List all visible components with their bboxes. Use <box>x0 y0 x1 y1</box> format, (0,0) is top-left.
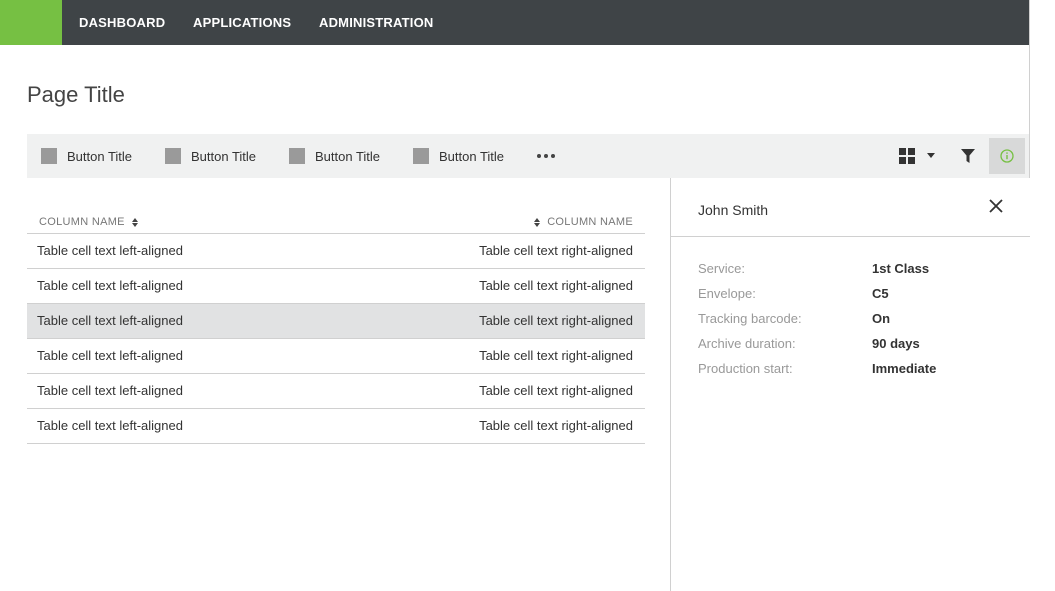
table-cell-left: Table cell text left-aligned <box>37 278 183 293</box>
filter-icon[interactable] <box>961 149 975 163</box>
table-cell-right: Table cell text right-aligned <box>479 278 633 293</box>
more-icon[interactable] <box>537 146 555 166</box>
table-row[interactable]: Table cell text left-aligned Table cell … <box>27 409 645 444</box>
toolbar-button-label: Button Title <box>439 148 505 164</box>
toolbar-button-3[interactable]: Button Title <box>289 134 380 178</box>
placeholder-icon <box>289 148 305 164</box>
table-cell-left: Table cell text left-aligned <box>37 348 183 363</box>
table-cell-right: Table cell text right-aligned <box>479 418 633 433</box>
grid-view-icon[interactable] <box>899 148 915 164</box>
table-cell-right: Table cell text right-aligned <box>479 383 633 398</box>
column-header-label: COLUMN NAME <box>39 216 125 228</box>
table-cell-left: Table cell text left-aligned <box>37 313 183 328</box>
table-row[interactable]: Table cell text left-aligned Table cell … <box>27 234 645 269</box>
nav-item-dashboard[interactable]: DASHBOARD <box>79 0 165 45</box>
table-cell-right: Table cell text right-aligned <box>479 243 633 258</box>
brand-logo[interactable] <box>0 0 62 45</box>
detail-value: C5 <box>872 286 889 301</box>
info-toggle-button[interactable] <box>989 138 1025 174</box>
detail-label: Tracking barcode: <box>698 311 802 326</box>
detail-value: Immediate <box>872 361 937 376</box>
detail-value: On <box>872 311 891 326</box>
details-panel-header: John Smith <box>671 178 1030 237</box>
detail-label: Service: <box>698 261 745 276</box>
table-cell-right: Table cell text right-aligned <box>479 348 633 363</box>
detail-label: Archive duration: <box>698 336 796 351</box>
detail-label: Envelope: <box>698 286 756 301</box>
app-window: DASHBOARD APPLICATIONS ADMINISTRATION Pa… <box>0 0 1030 591</box>
nav-item-applications[interactable]: APPLICATIONS <box>193 0 291 45</box>
detail-value: 1st Class <box>872 261 930 276</box>
top-nav-bar: DASHBOARD APPLICATIONS ADMINISTRATION <box>0 0 1029 45</box>
table-header: COLUMN NAME COLUMN NAME <box>27 213 645 234</box>
details-panel: John Smith Service: 1st Class Envelope: … <box>670 178 1030 591</box>
table-cell-left: Table cell text left-aligned <box>37 418 183 433</box>
table-cell-right: Table cell text right-aligned <box>479 313 633 328</box>
table-row[interactable]: Table cell text left-aligned Table cell … <box>27 269 645 304</box>
sort-icon <box>534 217 541 228</box>
detail-value: 90 days <box>872 336 920 351</box>
toolbar-button-label: Button Title <box>191 148 257 164</box>
close-icon[interactable] <box>987 197 1005 215</box>
table-cell-left: Table cell text left-aligned <box>37 243 183 258</box>
caret-down-icon[interactable] <box>927 153 935 158</box>
column-header-left[interactable]: COLUMN NAME <box>39 216 139 228</box>
page-title: Page Title <box>27 82 125 107</box>
toolbar-button-label: Button Title <box>67 148 133 164</box>
sort-icon <box>131 217 139 228</box>
toolbar-button-1[interactable]: Button Title <box>41 134 132 178</box>
toolbar-button-2[interactable]: Button Title <box>165 134 256 178</box>
detail-label: Production start: <box>698 361 793 376</box>
column-header-label: COLUMN NAME <box>547 216 633 228</box>
placeholder-icon <box>165 148 181 164</box>
details-panel-title: John Smith <box>698 202 769 218</box>
placeholder-icon <box>41 148 57 164</box>
table-cell-left: Table cell text left-aligned <box>37 383 183 398</box>
table-row[interactable]: Table cell text left-aligned Table cell … <box>27 374 645 409</box>
nav-item-administration[interactable]: ADMINISTRATION <box>319 0 434 45</box>
table-row-selected[interactable]: Table cell text left-aligned Table cell … <box>27 304 645 339</box>
data-table: COLUMN NAME COLUMN NAME Table cell text … <box>27 213 645 444</box>
toolbar-button-label: Button Title <box>315 148 381 164</box>
toolbar-button-4[interactable]: Button Title <box>413 134 504 178</box>
info-icon <box>1000 149 1014 163</box>
table-row[interactable]: Table cell text left-aligned Table cell … <box>27 339 645 374</box>
toolbar: Button Title Button Title Button Title B… <box>27 134 1029 178</box>
placeholder-icon <box>413 148 429 164</box>
column-header-right[interactable]: COLUMN NAME <box>534 216 633 228</box>
